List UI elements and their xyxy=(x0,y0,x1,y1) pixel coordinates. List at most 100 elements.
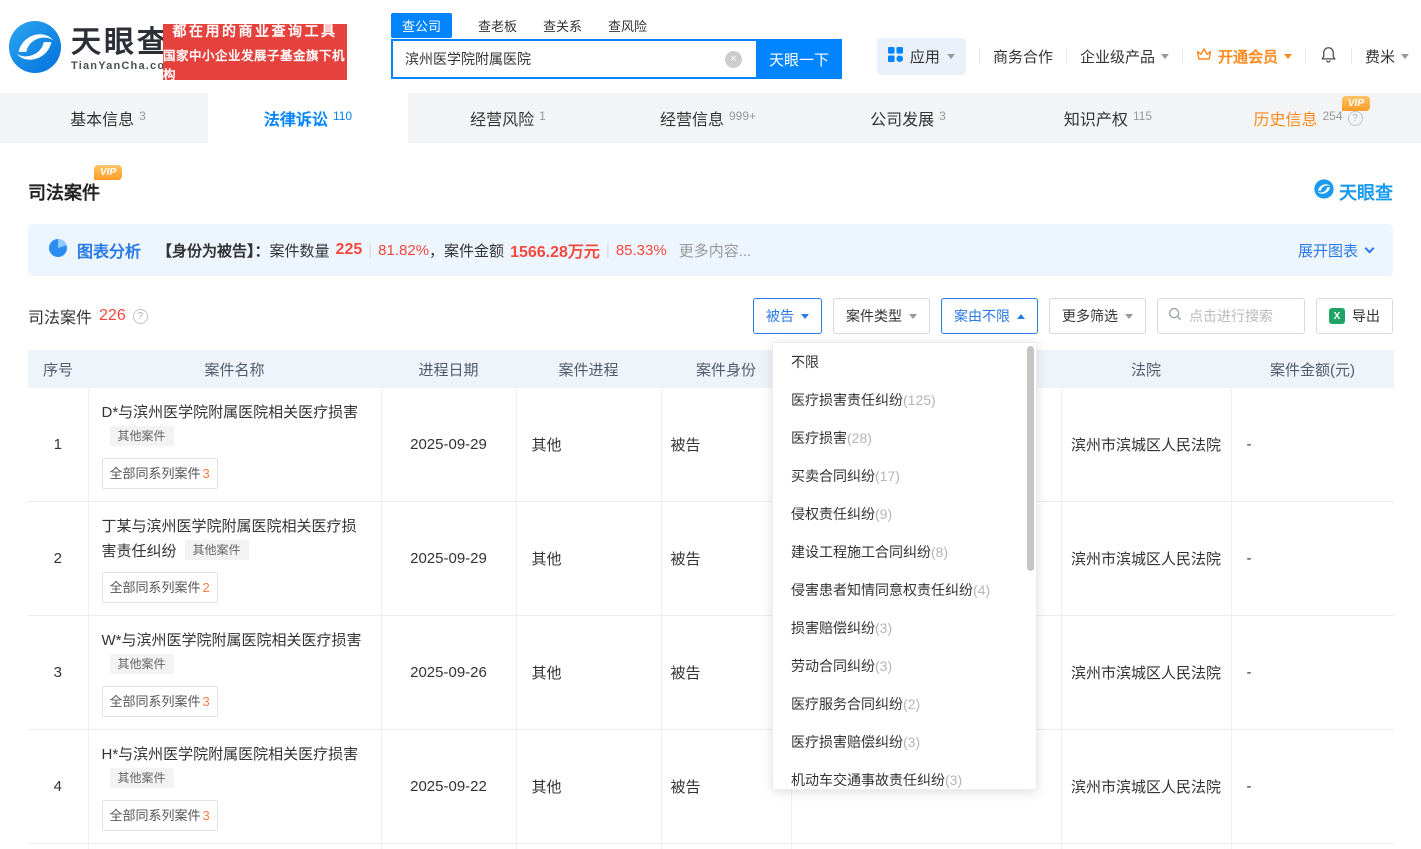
user-menu[interactable]: 费米 xyxy=(1365,46,1409,67)
dropdown-item[interactable]: 建设工程施工合同纠纷(8) xyxy=(773,533,1036,571)
question-icon[interactable]: ? xyxy=(1348,111,1363,126)
logo-title: 天眼查 xyxy=(71,27,176,59)
chart-analysis-label[interactable]: 图表分析 xyxy=(77,238,141,262)
excel-icon: X xyxy=(1329,308,1345,324)
chevron-down-icon xyxy=(1401,54,1409,59)
case-name-link[interactable]: H*与滨州医学院附属医院相关医疗损害 xyxy=(102,746,359,763)
export-button[interactable]: X 导出 xyxy=(1316,298,1393,334)
filter-cause-button[interactable]: 案由不限 xyxy=(941,298,1038,334)
nav-divider xyxy=(1305,48,1306,64)
top-bar: 天眼查 TianYanCha.com 都在用的商业查询工具 国家中小企业发展子基… xyxy=(0,0,1421,93)
tianyancha-legal-cases-page: 天眼查 TianYanCha.com 都在用的商业查询工具 国家中小企业发展子基… xyxy=(0,0,1421,849)
nav-enterprise[interactable]: 企业级产品 xyxy=(1080,46,1169,67)
dropdown-item[interactable]: 医疗服务合同纠纷(2) xyxy=(773,685,1036,723)
tab-history-info[interactable]: VIP 历史信息254 ? xyxy=(1208,93,1408,143)
case-count-value: 225 xyxy=(336,241,363,259)
col-case-progress: 案件进程 xyxy=(516,350,661,388)
notification-bell[interactable] xyxy=(1319,45,1338,68)
progress-date: 2025-09-26 xyxy=(381,616,516,730)
search-tab-company[interactable]: 查公司 xyxy=(391,13,452,38)
search-box: × 天眼一下 xyxy=(391,39,842,79)
col-case-name: 案件名称 xyxy=(88,350,381,388)
tab-intellectual-property[interactable]: 知识产权115 xyxy=(1008,93,1208,143)
court-name: 滨州市滨城区人民法院 xyxy=(1061,388,1231,502)
table-header-row: 序号 案件名称 进程日期 案件进程 案件身份 法院 案件金额(元) xyxy=(28,350,1394,388)
case-index: 3 xyxy=(28,616,88,730)
case-progress: 其他 xyxy=(516,616,661,730)
company-tabs: 基本信息3 法律诉讼110 经营风险1 经营信息999+ 公司发展3 知识产权1… xyxy=(0,93,1421,143)
chevron-down-icon xyxy=(1284,54,1292,59)
case-type-tag: 其他案件 xyxy=(110,654,174,674)
tab-operation-info[interactable]: 经营信息999+ xyxy=(608,93,808,143)
list-search-box[interactable] xyxy=(1157,298,1305,334)
nav-open-vip[interactable]: 开通会员 xyxy=(1196,46,1292,67)
apps-label: 应用 xyxy=(910,46,940,67)
filter-more-button[interactable]: 更多筛选 xyxy=(1049,298,1146,334)
search-icon xyxy=(1168,307,1182,326)
progress-date: 2025-09-19 xyxy=(381,844,516,849)
search-input[interactable] xyxy=(391,39,756,79)
dropdown-scrollbar[interactable] xyxy=(1027,346,1034,571)
series-cases-badge[interactable]: 全部同系列案件3 xyxy=(102,458,218,489)
apps-grid-icon xyxy=(888,47,903,66)
promo-line2: 国家中小企业发展子基金旗下机构 xyxy=(163,45,347,83)
dropdown-item[interactable]: 买卖合同纠纷(17) xyxy=(773,457,1036,495)
dropdown-item[interactable]: 不限 xyxy=(773,343,1036,381)
dropdown-item[interactable]: 机动车交通事故责任纠纷(3) xyxy=(773,761,1036,790)
tab-legal-litigation[interactable]: 法律诉讼110 xyxy=(208,93,408,143)
table-row: 4 H*与滨州医学院附属医院相关医疗损害其他案件 全部同系列案件3 2025-0… xyxy=(28,730,1394,844)
expand-chart-button[interactable]: 展开图表 xyxy=(1298,240,1373,261)
nav-divider xyxy=(979,48,980,64)
site-logo[interactable]: 天眼查 TianYanCha.com xyxy=(8,20,176,79)
case-amount: - xyxy=(1231,730,1394,844)
case-type-tag: 其他案件 xyxy=(185,540,249,560)
search-tabs: 查公司 查老板 查关系 查风险 xyxy=(391,13,842,37)
case-progress: 其他 xyxy=(516,844,661,849)
series-cases-badge[interactable]: 全部同系列案件3 xyxy=(102,800,218,831)
list-title: 司法案件226 ? xyxy=(28,304,148,328)
cases-table: 序号 案件名称 进程日期 案件进程 案件身份 法院 案件金额(元) 1 D*与滨… xyxy=(28,350,1394,849)
case-type-tag: 其他案件 xyxy=(110,426,174,446)
filter-case-type-button[interactable]: 案件类型 xyxy=(833,298,930,334)
apps-menu[interactable]: 应用 xyxy=(877,38,966,75)
col-index: 序号 xyxy=(28,350,88,388)
dropdown-item[interactable]: 侵害患者知情同意权责任纠纷(4) xyxy=(773,571,1036,609)
promo-banner: 都在用的商业查询工具 国家中小企业发展子基金旗下机构 xyxy=(163,24,347,80)
clear-icon[interactable]: × xyxy=(725,51,742,68)
chevron-down-icon xyxy=(801,314,809,319)
chevron-down-icon xyxy=(909,314,917,319)
question-icon[interactable]: ? xyxy=(133,309,148,324)
series-cases-badge[interactable]: 全部同系列案件2 xyxy=(102,572,218,603)
dropdown-item[interactable]: 损害赔偿纠纷(3) xyxy=(773,609,1036,647)
section-header: VIP 司法案件 天眼查 xyxy=(28,179,1393,204)
nav-cooperation[interactable]: 商务合作 xyxy=(993,46,1053,67)
dropdown-item[interactable]: 侵权责任纠纷(9) xyxy=(773,495,1036,533)
case-cause: - xyxy=(791,844,1061,849)
table-row: 1 D*与滨州医学院附属医院相关医疗损害其他案件 全部同系列案件3 2025-0… xyxy=(28,388,1394,502)
more-content-link[interactable]: 更多内容... xyxy=(679,240,752,261)
filter-role-button[interactable]: 被告 xyxy=(753,298,822,334)
vip-badge: VIP xyxy=(94,165,122,180)
tab-basic-info[interactable]: 基本信息3 xyxy=(8,93,208,143)
dropdown-item[interactable]: 医疗损害(28) xyxy=(773,419,1036,457)
tab-company-development[interactable]: 公司发展3 xyxy=(808,93,1008,143)
case-name-link[interactable]: W*与滨州医学院附属医院相关医疗损害 xyxy=(102,632,362,649)
table-row: 5 W*，Y*与无棣县人民医院，滨州医学院附属医院相关医疗损害其他案件 2025… xyxy=(28,844,1394,849)
series-cases-badge[interactable]: 全部同系列案件3 xyxy=(102,686,218,717)
dropdown-item[interactable]: 劳动合同纠纷(3) xyxy=(773,647,1036,685)
main-content: VIP 司法案件 天眼查 xyxy=(0,179,1421,849)
search-button[interactable]: 天眼一下 xyxy=(756,39,842,79)
tab-operation-risk[interactable]: 经营风险1 xyxy=(408,93,608,143)
case-name-link[interactable]: D*与滨州医学院附属医院相关医疗损害 xyxy=(102,404,359,421)
dropdown-item[interactable]: 医疗损害赔偿纠纷(3) xyxy=(773,723,1036,761)
list-toolbar: 司法案件226 ? 被告 案件类型 案由不限 更多筛选 xyxy=(28,298,1393,334)
tianyancha-logo-icon xyxy=(1314,179,1334,204)
dropdown-item[interactable]: 医疗损害责任纠纷(125) xyxy=(773,381,1036,419)
court-name: 滨州市滨城区人民法院 xyxy=(1061,730,1231,844)
table-row: 3 W*与滨州医学院附属医院相关医疗损害其他案件 全部同系列案件3 2025-0… xyxy=(28,616,1394,730)
case-amount: - xyxy=(1231,388,1394,502)
list-search-input[interactable] xyxy=(1189,308,1294,324)
search-tab-risk[interactable]: 查风险 xyxy=(608,16,647,35)
search-tab-boss[interactable]: 查老板 xyxy=(478,16,517,35)
search-tab-relation[interactable]: 查关系 xyxy=(543,16,582,35)
